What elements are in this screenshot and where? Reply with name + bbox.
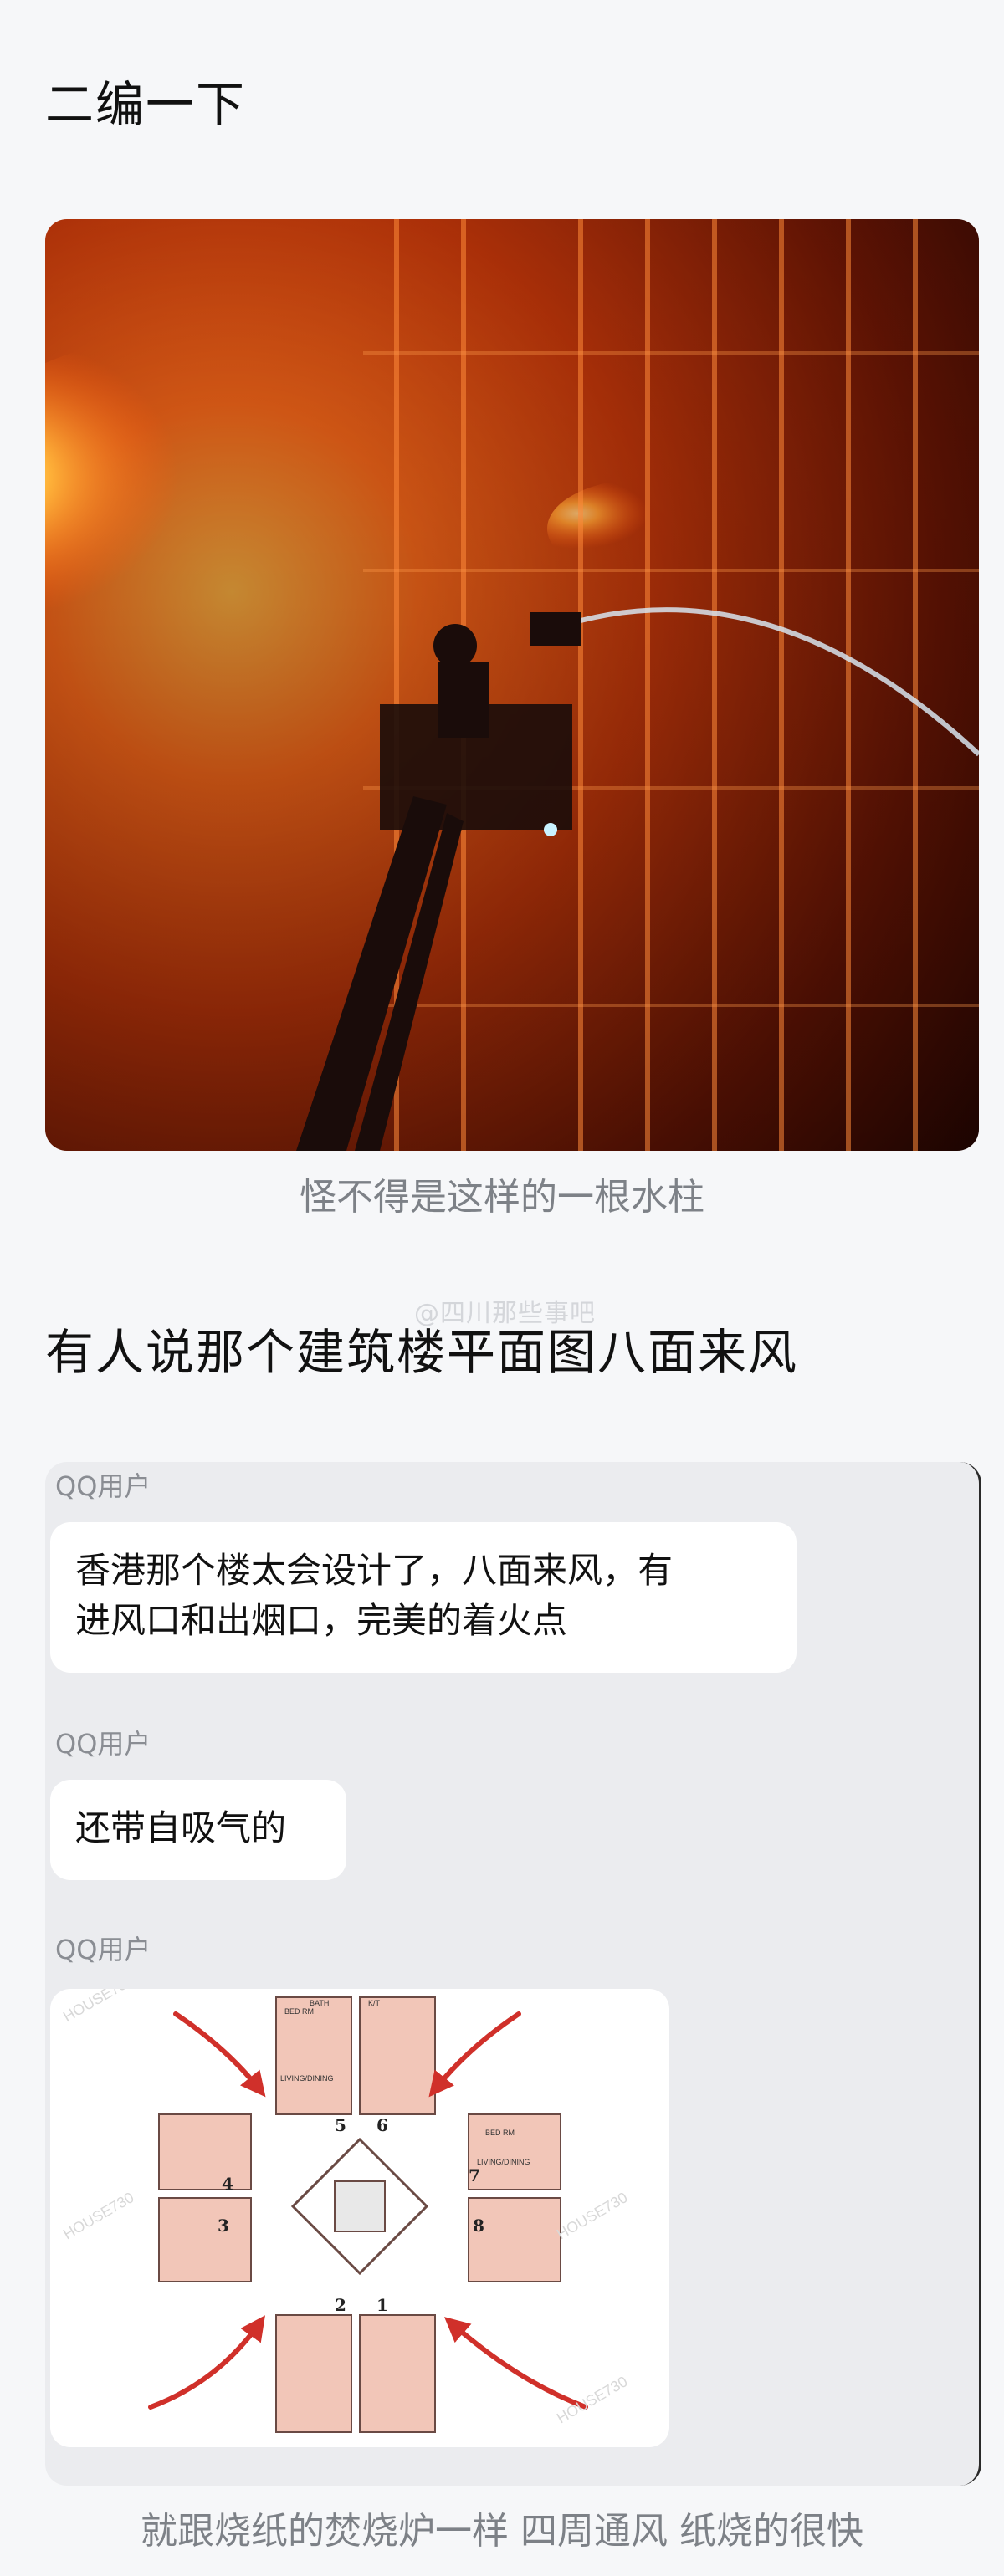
unit-number: 6	[376, 2115, 388, 2135]
floorplan-illustration: 1 2 3 4 5 6 7 8 BED RM BED RM LIVING/DIN…	[60, 1989, 630, 2433]
heading-second: 有人说那个建筑楼平面图八面来风	[45, 1324, 799, 1381]
message-bubble: 还带自吸气的	[50, 1780, 346, 1880]
photo-caption: 怪不得是这样的一根水柱	[300, 1176, 704, 1219]
message-bubble: 香港那个楼太会设计了，八面来风，有 进风口和出烟口，完美的着火点	[50, 1522, 797, 1673]
unit-number: 2	[335, 2295, 346, 2315]
floorplan-watermark: HOUSE730	[554, 2189, 630, 2242]
message-text: 进风口和出烟口，完美的着火点	[75, 1600, 568, 1641]
room-label: LIVING/DINING	[477, 2158, 530, 2166]
unit-number: 7	[469, 2165, 480, 2185]
unit-number: 1	[376, 2295, 388, 2315]
bottom-caption: 就跟烧纸的焚烧炉一样 四周通风 纸烧的很快	[141, 2510, 863, 2553]
room-label: K/T	[368, 1999, 381, 2007]
floorplan-image[interactable]: 1 2 3 4 5 6 7 8 BED RM BED RM LIVING/DIN…	[50, 1989, 669, 2447]
unit-number: 5	[335, 2115, 346, 2135]
message-text: 香港那个楼太会设计了，八面来风，有	[75, 1550, 674, 1591]
fire-photo[interactable]	[45, 219, 979, 1151]
unit-number: 8	[473, 2216, 484, 2236]
fire-photo-illustration	[45, 219, 979, 1151]
unit-number: 3	[218, 2216, 229, 2236]
room-label: LIVING/DINING	[280, 2074, 334, 2083]
unit-number: 4	[222, 2174, 233, 2194]
floorplan-watermark: HOUSE730	[60, 1989, 136, 2025]
sender-name: QQ用户	[55, 1728, 151, 1760]
room-label: BED RM	[485, 2129, 515, 2137]
message-text: 还带自吸气的	[75, 1807, 287, 1848]
room-label: BATH	[310, 1999, 329, 2007]
heading-top: 二编一下	[45, 76, 247, 133]
sender-name: QQ用户	[55, 1470, 151, 1502]
floorplan-watermark: HOUSE730	[60, 2189, 136, 2242]
sender-name: QQ用户	[55, 1934, 151, 1965]
room-label: BED RM	[284, 2007, 314, 2016]
